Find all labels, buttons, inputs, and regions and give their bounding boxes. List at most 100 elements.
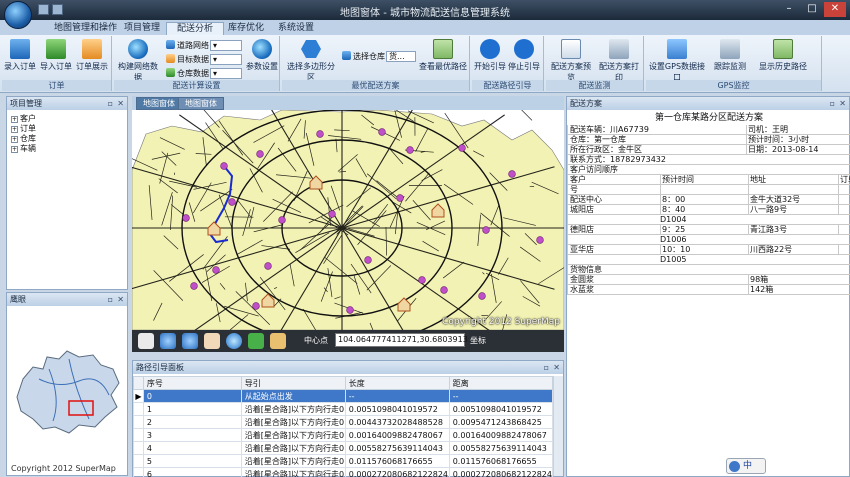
history-path-button[interactable]: 显示历史路径 [754, 39, 812, 72]
plan-print-button[interactable]: 配送方案打印 [596, 39, 642, 83]
close-icon[interactable]: ✕ [117, 293, 124, 306]
show-order-button[interactable]: 订单展示 [76, 39, 108, 72]
table-row[interactable]: 6 沿着[星合路]以下方向行走0... 0.000272080682122824 0.… [133, 467, 554, 477]
visit-cell: 8：00 [662, 195, 686, 204]
select-arrow-icon[interactable] [138, 333, 154, 349]
app-menu-button[interactable] [4, 1, 32, 29]
vertical-scrollbar[interactable] [553, 376, 563, 476]
measure-ruler-icon[interactable] [270, 333, 286, 349]
expand-icon[interactable]: + [11, 126, 18, 133]
plan-row: 配送车辆：川A67739 司机：王明 [567, 125, 850, 135]
tab-inventory-optimization[interactable]: 库存优化 [218, 22, 274, 35]
plan-section-row: 客户访问顺序 [567, 165, 850, 175]
column-header-distance[interactable]: 距离 [448, 376, 554, 390]
expand-icon[interactable]: + [11, 116, 18, 123]
ime-indicator[interactable]: 中 [726, 458, 766, 474]
column-header-index[interactable]: 序号 [142, 376, 242, 390]
tab-project-management[interactable]: 项目管理 [114, 22, 170, 35]
road-network-item[interactable]: 道路网络 [166, 39, 209, 52]
warehouse-data-combo[interactable]: ▾ [210, 68, 242, 79]
table-cell: 0.00164009882478067 [448, 428, 554, 442]
minimize-button[interactable]: – [778, 2, 800, 17]
pin-icon[interactable]: ▫ [108, 293, 113, 306]
select-zone-button[interactable]: 选择多边形分区 [284, 39, 338, 83]
stop-guide-button[interactable]: 停止引导 [508, 39, 540, 72]
close-button[interactable]: ✕ [824, 2, 846, 17]
excel-icon [46, 39, 66, 59]
road-network-label: 道路网络 [177, 41, 209, 50]
tree-node-label: 仓库 [20, 134, 36, 143]
customer-marker [364, 256, 372, 264]
pin-icon[interactable]: ▫ [544, 361, 549, 374]
view-best-path-button[interactable]: 查看最优路径 [418, 39, 468, 72]
map-canvas[interactable]: Copyright 2012 SuperMap [132, 110, 564, 330]
target-data-item[interactable]: 目标数据 [166, 53, 209, 66]
expand-icon[interactable]: + [11, 146, 18, 153]
tree-node-warehouse[interactable]: + 仓库 [11, 134, 36, 144]
tab-map-window-2[interactable]: 地图窗体 [178, 97, 224, 110]
pin-icon[interactable]: ▫ [108, 97, 113, 110]
select-warehouse-item[interactable]: 选择仓库 [342, 50, 385, 63]
table-row[interactable]: 4 沿着[星合路]以下方向行走0... 0.00558275639114043 0.0… [133, 441, 554, 455]
import-order-button[interactable]: 导入订单 [40, 39, 72, 72]
close-icon[interactable]: ✕ [839, 97, 846, 110]
column-header-guide[interactable]: 导引 [240, 376, 346, 390]
warehouse-data-item[interactable]: 仓库数据 [166, 67, 209, 80]
table-row[interactable]: 3 沿着[星合路]以下方向行走0... 0.00164009882478067 0.0… [133, 428, 554, 442]
overview-map[interactable] [9, 309, 125, 459]
full-extent-globe-icon[interactable] [226, 333, 242, 349]
road-network-combo[interactable]: ▾ [210, 40, 242, 51]
close-icon[interactable]: ✕ [553, 361, 560, 374]
track-monitor-button[interactable]: 跟踪监测 [710, 39, 750, 72]
tree-node-customer[interactable]: + 客户 [11, 114, 36, 124]
tree-node-label: 车辆 [20, 144, 36, 153]
table-row[interactable]: 5 沿着[星合路]以下方向行走0... 0.011576068176655 0.011… [133, 454, 554, 468]
group-caption-gps: GPS监控 [646, 80, 821, 91]
table-cell: 0.0051098041019572 [448, 402, 554, 416]
tree-node-vehicle[interactable]: + 车辆 [11, 144, 36, 154]
center-point-field[interactable]: 104.064777411271,30.6803913 [335, 333, 468, 347]
table-row[interactable]: 2 沿着[星合路]以下方向行走0... 0.00443732028488528 0.0… [133, 415, 554, 429]
vehicle-field: 配送车辆：川A67739 [570, 125, 649, 134]
customer-marker [482, 226, 490, 234]
table-row[interactable]: ▶ 0 从起始点出发 -- -- [133, 389, 554, 403]
ribbon: 录入订单 导入订单 订单展示 订单 构建网络数据 道路网络 ▾ 目标数据 ▾ 仓… [0, 35, 850, 93]
expand-icon[interactable]: + [11, 136, 18, 143]
zoom-out-icon[interactable] [182, 333, 198, 349]
visit-row: 德阳店 9：25 青江路3号 [567, 225, 850, 235]
table-cell: 0.011576068176655 [344, 454, 450, 468]
ribbon-group-guide: 开始引导 停止引导 配送路径引导 [472, 36, 544, 91]
warehouse-select[interactable]: 货... [386, 51, 416, 62]
plan-row: 仓库：第一仓库 预计时间：3小时 [567, 135, 850, 145]
tab-map-window-1[interactable]: 地图窗体 [136, 97, 182, 110]
build-network-button[interactable]: 构建网络数据 [116, 39, 160, 83]
enter-order-button[interactable]: 录入订单 [4, 39, 36, 72]
zoom-in-icon[interactable] [160, 333, 176, 349]
close-icon[interactable]: ✕ [117, 97, 124, 110]
row-pointer [133, 428, 144, 442]
column-header-length[interactable]: 长度 [344, 376, 450, 390]
parameter-settings-button[interactable]: 参数设置 [246, 39, 278, 72]
visit-cell: 青江路3号 [750, 225, 788, 234]
visit-cell: 亚华店 [570, 245, 594, 254]
group-caption-network: 配送计算设置 [114, 80, 279, 91]
gps-interface-button[interactable]: 设置GPS数据接口 [648, 39, 706, 83]
plan-section-row: 货物信息 [567, 265, 850, 275]
target-data-combo[interactable]: ▾ [210, 54, 242, 65]
visit-col-order: 订单 [840, 175, 850, 184]
start-guide-button[interactable]: 开始引导 [474, 39, 506, 72]
pin-icon[interactable]: ▫ [830, 97, 835, 110]
tab-delivery-analysis[interactable]: 配送分析 [166, 22, 225, 35]
tab-system-settings[interactable]: 系统设置 [268, 22, 324, 35]
customer-marker [478, 292, 486, 300]
tree-node-order[interactable]: + 订单 [11, 124, 36, 134]
pan-hand-icon[interactable] [204, 333, 220, 349]
track-monitor-label: 跟踪监测 [714, 62, 746, 71]
plan-preview-button[interactable]: 配送方案预览 [548, 39, 594, 83]
stop-guide-label: 停止引导 [508, 62, 540, 71]
build-network-label: 构建网络数据 [118, 62, 158, 82]
goods-row: 水蓝浆 142箱 [567, 285, 850, 295]
maximize-button[interactable]: □ [801, 2, 823, 17]
help-icon[interactable] [248, 333, 264, 349]
table-row[interactable]: 1 沿着[星合路]以下方向行走0... 0.0051098041019572 0.00… [133, 402, 554, 416]
